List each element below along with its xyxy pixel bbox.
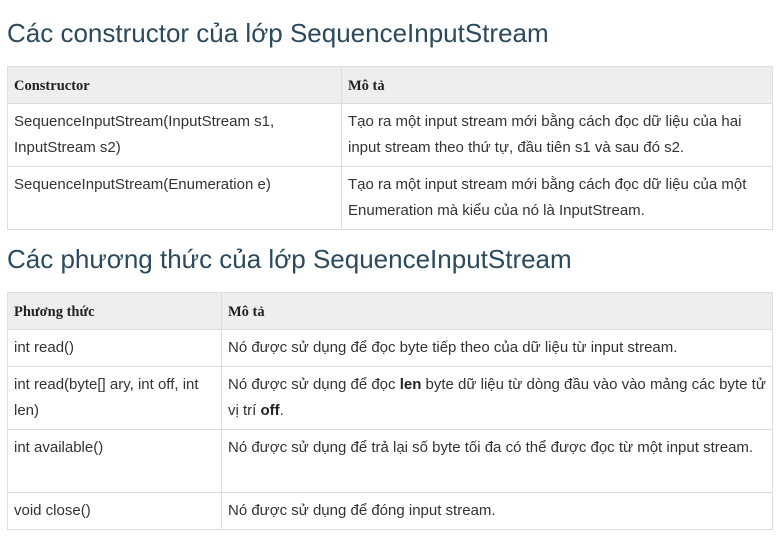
description-text: Nó được sử dụng để đọc <box>228 376 400 393</box>
param-off: off <box>260 402 280 419</box>
table-header-row: Constructor Mô tả <box>7 66 773 104</box>
table-row: void close() Nó được sử dụng để đóng inp… <box>7 492 773 530</box>
method-description: Nó được sử dụng để đóng input stream. <box>221 492 773 530</box>
column-header-description: Mô tả <box>221 292 773 330</box>
description-text: . <box>279 402 284 419</box>
method-name: int read() <box>7 329 222 367</box>
constructor-name: SequenceInputStream(InputStream s1, Inpu… <box>7 103 342 167</box>
method-name: void close() <box>7 492 222 530</box>
column-header-constructor: Constructor <box>7 66 342 104</box>
table-header-row: Phương thức Mô tả <box>7 292 773 330</box>
constructor-name: SequenceInputStream(Enumeration e) <box>7 166 342 230</box>
table-row: SequenceInputStream(InputStream s1, Inpu… <box>7 103 773 167</box>
table-row: int read(byte[] ary, int off, int len) N… <box>7 366 773 430</box>
method-description: Nó được sử dụng để trả lại số byte tối đ… <box>221 429 773 493</box>
page: Các constructor của lớp SequenceInputStr… <box>0 0 779 545</box>
method-description: Nó được sử dụng để đọc len byte dữ liệu … <box>221 366 773 430</box>
methods-table: Phương thức Mô tả int read() Nó được sử … <box>7 292 773 530</box>
table-row: int available() Nó được sử dụng để trả l… <box>7 429 773 493</box>
column-header-method: Phương thức <box>7 292 222 330</box>
method-description: Nó được sử dụng để đọc byte tiếp theo củ… <box>221 329 773 367</box>
constructor-description: Tạo ra một input stream mới bằng cách đọ… <box>341 103 773 167</box>
method-name: int read(byte[] ary, int off, int len) <box>7 366 222 430</box>
column-header-description: Mô tả <box>341 66 773 104</box>
table-row: int read() Nó được sử dụng để đọc byte t… <box>7 329 773 367</box>
constructor-description: Tạo ra một input stream mới bằng cách đọ… <box>341 166 773 230</box>
constructors-table: Constructor Mô tả SequenceInputStream(In… <box>7 66 773 230</box>
table-row: SequenceInputStream(Enumeration e) Tạo r… <box>7 166 773 230</box>
constructors-heading: Các constructor của lớp SequenceInputStr… <box>7 18 549 48</box>
methods-heading: Các phương thức của lớp SequenceInputStr… <box>7 244 572 274</box>
method-name: int available() <box>7 429 222 493</box>
param-len: len <box>399 376 422 393</box>
